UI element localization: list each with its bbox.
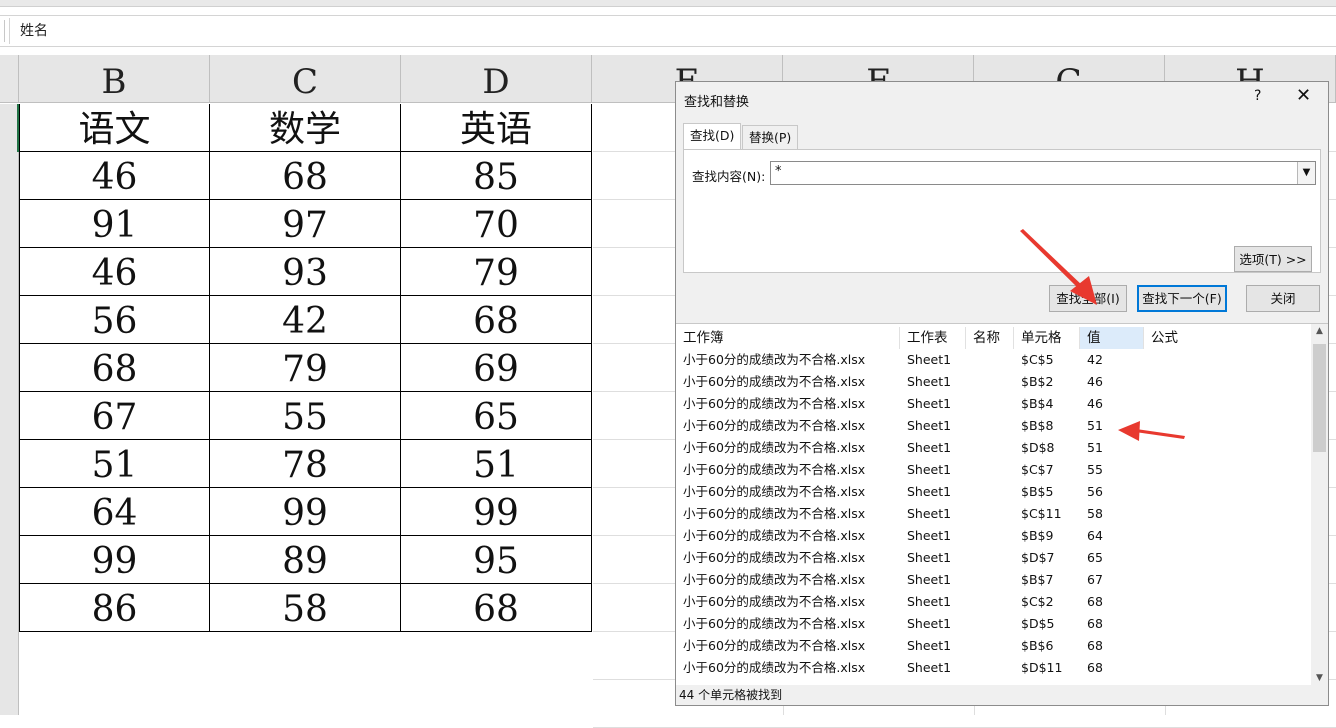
arrow-to-value-header	[1020, 229, 1084, 290]
arrow-to-value-51	[1135, 429, 1185, 439]
annotation-arrows	[1020, 229, 1185, 441]
arrow-to-value-51-head	[1118, 421, 1140, 441]
